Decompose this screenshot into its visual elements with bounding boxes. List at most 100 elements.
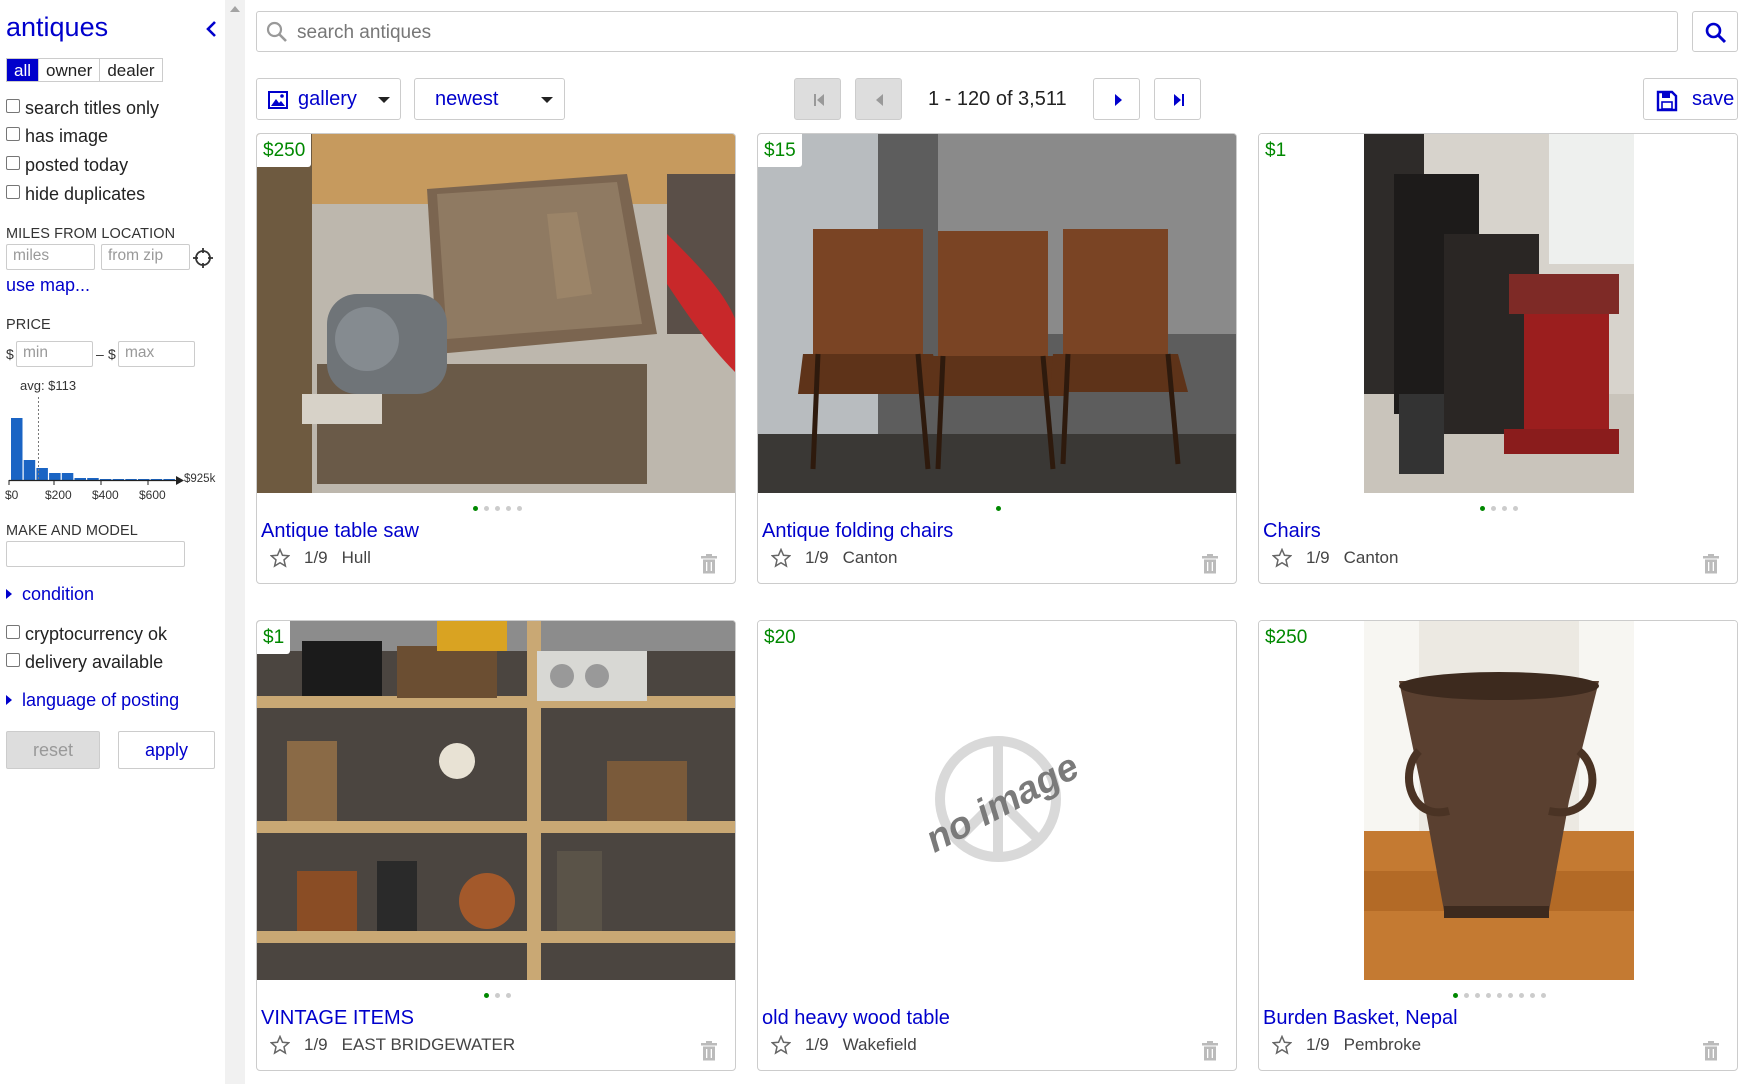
favorite-star-icon[interactable] <box>771 1035 791 1055</box>
language-toggle[interactable]: language of posting <box>6 690 179 711</box>
sidebar-scrollbar[interactable] <box>225 0 245 1084</box>
listing-image[interactable] <box>758 134 1236 493</box>
use-map-link[interactable]: use map... <box>6 275 90 296</box>
image-dot[interactable] <box>1491 506 1496 511</box>
favorite-star-icon[interactable] <box>771 548 791 568</box>
price-min-input[interactable]: min <box>16 341 93 367</box>
scroll-up-arrow-icon[interactable] <box>230 6 240 12</box>
favorite-star-icon[interactable] <box>1272 1035 1292 1055</box>
favorite-star-icon[interactable] <box>270 548 290 568</box>
first-page-button[interactable] <box>794 78 841 120</box>
checkbox-label: search titles only <box>25 98 160 118</box>
last-page-button[interactable] <box>1154 78 1201 120</box>
condition-toggle[interactable]: condition <box>6 584 94 605</box>
checkbox[interactable] <box>6 98 20 113</box>
image-pagination-dots[interactable] <box>758 506 1236 514</box>
listing-image[interactable] <box>1259 621 1737 980</box>
listing-card[interactable]: $250 Burden Basket, Nepal 1/9 Pembroke <box>1258 620 1738 1071</box>
sort-dropdown[interactable]: newest <box>414 78 565 120</box>
listing-title[interactable]: Antique table saw <box>261 520 419 543</box>
view-mode-dropdown[interactable]: gallery <box>256 78 401 120</box>
image-dot[interactable] <box>1513 506 1518 511</box>
image-dot[interactable] <box>1496 993 1502 998</box>
image-pagination-dots[interactable] <box>257 993 735 1001</box>
listing-title[interactable]: old heavy wood table <box>762 1007 950 1030</box>
image-dot[interactable] <box>1480 506 1485 511</box>
listing-card[interactable]: $15 Antique folding chairs 1/9 Canton <box>757 133 1237 584</box>
listing-card[interactable]: $1 VINTAGE ITEMS 1/9 EAST BRIDGEWATER <box>256 620 736 1071</box>
save-search-button[interactable]: save <box>1643 78 1738 120</box>
filter-delivery-available[interactable]: delivery available <box>6 652 163 673</box>
image-dot[interactable] <box>1507 993 1513 998</box>
image-dot[interactable] <box>494 993 500 998</box>
listing-title[interactable]: Antique folding chairs <box>762 520 953 543</box>
filter-cryptocurrency-ok[interactable]: cryptocurrency ok <box>6 624 167 645</box>
image-dot[interactable] <box>494 506 500 511</box>
image-dot[interactable] <box>472 506 478 511</box>
collapse-sidebar-icon[interactable] <box>203 18 219 40</box>
miles-input[interactable]: miles <box>6 244 95 270</box>
seller-tab-dealer[interactable]: dealer <box>100 59 161 81</box>
filter-search-titles-only[interactable]: search titles only <box>6 98 159 119</box>
price-range-dash: – <box>96 346 104 362</box>
image-dot[interactable] <box>1540 993 1546 998</box>
image-dot[interactable] <box>1474 993 1480 998</box>
zip-input[interactable]: from zip <box>101 244 190 270</box>
listing-title[interactable]: Burden Basket, Nepal <box>1263 1007 1458 1030</box>
listing-card[interactable]: no image $20 old heavy wood table 1/9 Wa… <box>757 620 1237 1071</box>
listing-image[interactable] <box>257 134 735 493</box>
image-dot[interactable] <box>1518 993 1524 998</box>
image-dot[interactable] <box>516 506 522 511</box>
filter-has-image[interactable]: has image <box>6 126 108 147</box>
search-input[interactable]: search antiques <box>256 11 1678 52</box>
make-model-input[interactable] <box>6 541 185 567</box>
image-dot[interactable] <box>483 506 489 511</box>
previous-page-button[interactable] <box>855 78 902 120</box>
listing-card[interactable]: $1 Chairs 1/9 Canton <box>1258 133 1738 584</box>
search-button[interactable] <box>1692 11 1738 52</box>
image-dot[interactable] <box>505 506 511 511</box>
checkbox[interactable] <box>6 624 20 639</box>
hide-listing-trash-icon[interactable] <box>1702 1041 1720 1061</box>
price-max-input[interactable]: max <box>118 341 195 367</box>
image-dot[interactable] <box>1452 993 1458 998</box>
image-pagination-dots[interactable] <box>1259 506 1737 514</box>
checkbox[interactable] <box>6 184 20 199</box>
listing-card[interactable]: $250 Antique table saw 1/9 Hull <box>256 133 736 584</box>
image-dot[interactable] <box>483 993 489 998</box>
filter-posted-today[interactable]: posted today <box>6 155 128 176</box>
image-dot[interactable] <box>1463 993 1469 998</box>
image-dot[interactable] <box>995 506 1001 511</box>
reset-button[interactable]: reset <box>6 731 100 769</box>
category-title[interactable]: antiques <box>6 12 108 43</box>
listing-image[interactable] <box>1259 134 1737 493</box>
seller-tab-all[interactable]: all <box>7 59 40 81</box>
next-page-button[interactable] <box>1093 78 1140 120</box>
favorite-star-icon[interactable] <box>270 1035 290 1055</box>
expand-triangle-icon <box>6 695 12 705</box>
image-dot[interactable] <box>1502 506 1507 511</box>
image-dot[interactable] <box>505 993 511 998</box>
next-page-icon <box>1115 94 1122 106</box>
image-pagination-dots[interactable] <box>257 506 735 514</box>
hide-listing-trash-icon[interactable] <box>1201 554 1219 574</box>
seller-tab-owner[interactable]: owner <box>39 59 101 81</box>
apply-button[interactable]: apply <box>118 731 215 769</box>
image-pagination-dots[interactable] <box>1259 993 1737 1001</box>
listing-title[interactable]: VINTAGE ITEMS <box>261 1007 414 1030</box>
image-dot[interactable] <box>1485 993 1491 998</box>
listing-image[interactable] <box>257 621 735 980</box>
hide-listing-trash-icon[interactable] <box>1702 554 1720 574</box>
image-dot[interactable] <box>1529 993 1535 998</box>
checkbox[interactable] <box>6 155 20 170</box>
hide-listing-trash-icon[interactable] <box>700 1041 718 1061</box>
locate-me-icon[interactable] <box>192 247 214 269</box>
listing-title[interactable]: Chairs <box>1263 520 1321 543</box>
hide-listing-trash-icon[interactable] <box>1201 1041 1219 1061</box>
checkbox[interactable] <box>6 126 20 141</box>
checkbox[interactable] <box>6 652 20 667</box>
listing-image-placeholder[interactable]: no image <box>758 621 1236 980</box>
favorite-star-icon[interactable] <box>1272 548 1292 568</box>
filter-hide-duplicates[interactable]: hide duplicates <box>6 184 145 205</box>
hide-listing-trash-icon[interactable] <box>700 554 718 574</box>
